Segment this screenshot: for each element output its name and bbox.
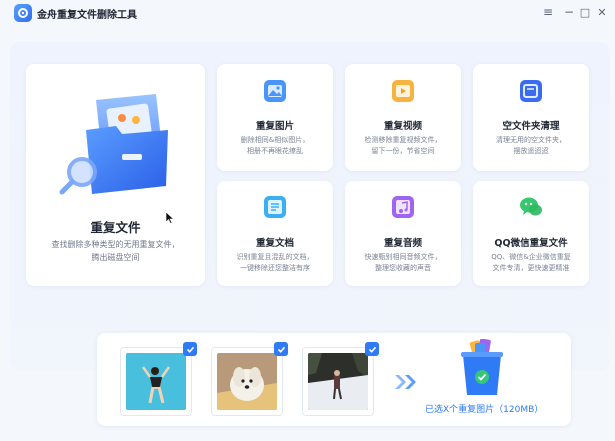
mouse-cursor-icon xyxy=(166,212,174,224)
document-icon xyxy=(264,196,286,218)
thumbnail-pool-photo[interactable] xyxy=(120,342,197,416)
card-empty-folder-cleanup[interactable]: 空文件夹清理 清理无用的空文件夹， 摆放遥迢迢 xyxy=(473,64,589,171)
card-desc-line1: 删除相同&相似图片， xyxy=(240,136,310,144)
selected-summary-text: 已选X个重复图片（120MB） xyxy=(425,405,544,415)
card-duplicate-videos[interactable]: 重复视频 检测移除重复视频文件， 留下一份，节省空间 xyxy=(345,64,461,171)
card-qq-wechat-duplicates[interactable]: QQ微信重复文件 QQ、微信&企业微信重复 文件专清，更快速更精准 xyxy=(473,181,589,286)
app-title: 金舟重复文件删除工具 xyxy=(37,10,137,21)
card-desc-line1: 查找删除多种类型的无用重复文件， xyxy=(51,240,180,249)
image-icon xyxy=(264,80,286,102)
card-desc-line2: 整理您收藏的声音 xyxy=(375,264,431,272)
card-desc-line2: 文件专清，更快速更精准 xyxy=(492,264,570,272)
card-desc-line2: 一键移除还您整洁有序 xyxy=(240,264,310,272)
thumbnail-snow-photo[interactable] xyxy=(302,342,379,416)
title-bar: 金舟重复文件删除工具 ≡ − □ ✕ xyxy=(0,0,615,26)
card-title: 重复音频 xyxy=(383,238,422,249)
card-desc-line1: 清理无用的空文件夹， xyxy=(496,136,566,144)
menu-button[interactable]: ≡ xyxy=(540,4,556,20)
double-chevron-right-icon xyxy=(395,375,416,389)
app-logo-icon xyxy=(14,4,32,22)
card-desc-line2: 腾出磁盘空间 xyxy=(91,253,140,262)
card-duplicate-audio[interactable]: 重复音频 快速甄别相同音频文件， 整理您收藏的声音 xyxy=(345,181,461,286)
checkbox-checked-icon[interactable] xyxy=(183,342,197,356)
card-title: 重复图片 xyxy=(255,121,294,132)
card-duplicate-documents[interactable]: 重复文档 识别重复且混乱的文档， 一键移除还您整洁有序 xyxy=(217,181,333,286)
recycle-bin-icon xyxy=(461,339,503,395)
card-title: 空文件夹清理 xyxy=(502,121,560,132)
card-desc-line1: 识别重复且混乱的文档， xyxy=(236,253,314,261)
card-desc-line2: 相册不再眼花缭乱 xyxy=(247,147,303,155)
card-title: 重复文档 xyxy=(255,238,294,249)
minimize-button[interactable]: − xyxy=(561,4,577,20)
video-icon xyxy=(392,80,414,102)
card-title: 重复视频 xyxy=(383,121,422,132)
card-duplicate-files[interactable]: 重复文件 查找删除多种类型的无用重复文件， 腾出磁盘空间 xyxy=(26,64,205,286)
dog-photo xyxy=(217,353,277,410)
card-desc-line2: 摆放遥迢迢 xyxy=(513,147,549,155)
card-desc-line1: 检测移除重复视频文件， xyxy=(364,136,442,144)
card-desc-line1: QQ、微信&企业微信重复 xyxy=(491,253,571,261)
empty-folder-icon xyxy=(520,80,542,102)
card-title: QQ微信重复文件 xyxy=(494,238,568,249)
wechat-icon xyxy=(520,197,542,216)
close-button[interactable]: ✕ xyxy=(594,4,610,20)
snow-photo xyxy=(308,353,368,410)
checkbox-checked-icon[interactable] xyxy=(274,342,288,356)
card-title: 重复文件 xyxy=(90,220,141,235)
card-duplicate-images[interactable]: 重复图片 删除相同&相似图片， 相册不再眼花缭乱 xyxy=(217,64,333,171)
maximize-button[interactable]: □ xyxy=(577,4,593,20)
folder-search-icon xyxy=(59,94,168,195)
card-desc-line1: 快速甄别相同音频文件， xyxy=(364,253,442,261)
checkbox-checked-icon[interactable] xyxy=(365,342,379,356)
pool-photo xyxy=(126,353,186,410)
card-desc-line2: 留下一份，节省空间 xyxy=(371,147,435,155)
music-icon xyxy=(392,196,414,218)
thumbnail-dog-photo[interactable] xyxy=(211,342,288,416)
